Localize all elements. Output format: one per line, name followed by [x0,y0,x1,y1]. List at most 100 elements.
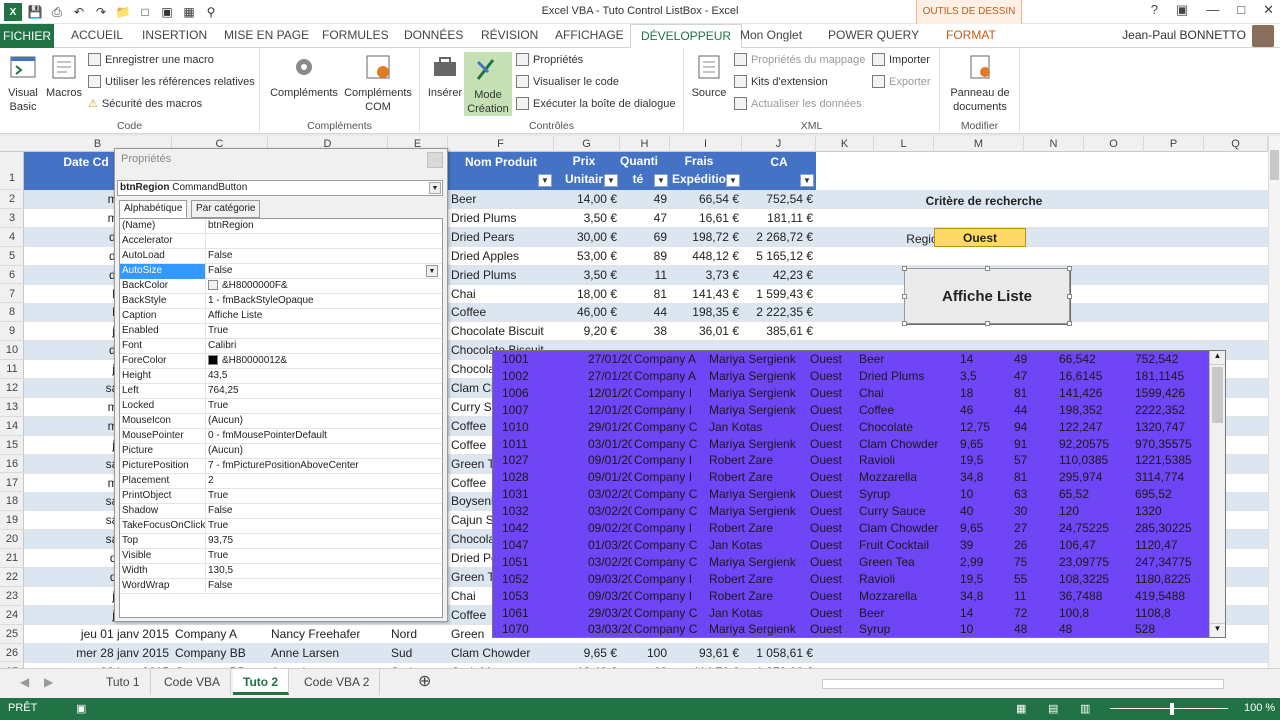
cell-ca[interactable]: 1 599,43 € [742,285,816,304]
column-header[interactable]: K [816,136,874,152]
view-code-button[interactable]: Visualiser le code [516,75,619,88]
property-row[interactable]: BackColor &H8000000F& [120,279,442,294]
list-item[interactable]: 1028 09/01/2015Company I Robert Zare Ouest M… [493,469,1209,486]
column-header[interactable]: M [934,136,1024,152]
resize-handle[interactable] [1067,321,1072,326]
resize-handle[interactable] [985,321,990,326]
row-header[interactable]: 16 [0,455,24,474]
property-row[interactable]: Placement 2 [120,474,442,489]
macro-security-button[interactable]: ⚠ Sécurité des macros [88,97,202,111]
normal-view-icon[interactable]: ▦ [1016,702,1026,715]
resize-handle[interactable] [1067,294,1072,299]
row-header[interactable]: 17 [0,474,24,493]
tab-par-categorie[interactable]: Par catégorie [191,200,261,218]
com-addins-button[interactable]: Compléments COM [342,52,414,114]
cell-qty[interactable]: 47 [620,209,670,228]
next-sheet-icon[interactable]: ▶ [34,669,63,695]
property-value[interactable]: 43,5 [208,369,440,384]
insert-control-button[interactable]: Insérer [424,52,466,100]
cell-freight[interactable]: 448,12 € [670,247,742,266]
cell-date[interactable]: jeu 01 janv 2015 [24,625,172,644]
resize-handle[interactable] [985,266,990,271]
cell-person[interactable]: Nancy Freehafer [268,625,388,644]
column-header[interactable]: J [742,136,816,152]
property-row[interactable]: Width 130,5 [120,564,442,579]
tab-insertion[interactable]: INSERTION [142,28,207,42]
properties-button[interactable]: Propriétés [516,53,583,66]
column-header[interactable]: L [874,136,934,152]
row-header[interactable]: 5 [0,247,24,266]
property-row[interactable]: ForeColor &H80000012& [120,354,442,369]
property-row[interactable]: MouseIcon (Aucun) [120,414,442,429]
list-item[interactable]: 1061 29/03/2015Company C Jan Kotas Ouest Bee… [493,605,1209,622]
tab-fichier[interactable]: FICHIER [0,24,54,48]
ribbon-display-icon[interactable]: ▣ [1176,2,1188,18]
list-item[interactable]: 1032 03/02/2015Company C Mariya Sergienk Ou… [493,503,1209,520]
user-name[interactable]: Jean-Paul BONNETTO [1122,28,1246,42]
tab-mise-en-page[interactable]: MISE EN PAGE [224,28,309,42]
cell-ca[interactable]: 2 268,72 € [742,228,816,247]
property-value[interactable]: True [208,399,440,414]
list-item[interactable]: 1002 27/01/2015Company A Mariya Sergienk Ou… [493,368,1209,385]
property-row[interactable]: TakeFocusOnClick True [120,519,442,534]
property-row[interactable]: Visible True [120,549,442,564]
list-item[interactable]: 1051 03/02/2015Company C Mariya Sergienk Ou… [493,554,1209,571]
cell-ca[interactable]: 752,54 € [742,190,816,209]
row-header[interactable]: 8 [0,303,24,323]
cell-product[interactable]: Coffee [448,303,554,322]
row-header[interactable]: 3 [0,209,24,228]
cell-price[interactable]: 18,00 € [554,285,620,304]
design-mode-button[interactable]: Mode Création [464,52,512,116]
cell-product[interactable]: Dried Plums [448,209,554,228]
cell-product[interactable]: Beer [448,190,554,209]
row-header[interactable]: 13 [0,398,24,417]
header-qty[interactable]: Quanti té ▼ [620,152,670,190]
cell-qty[interactable]: 11 [620,266,670,285]
property-value[interactable]: 7 - fmPicturePositionAboveCenter [208,459,440,474]
property-value[interactable]: True [208,519,440,534]
page-break-icon[interactable]: ▥ [1080,702,1090,715]
results-listbox[interactable]: 1001 27/01/2015Company A Mariya Sergienk Ou… [492,350,1226,638]
row-header[interactable]: 22 [0,568,24,587]
list-item[interactable]: 1053 09/03/2015Company I Robert Zare Ouest M… [493,588,1209,605]
list-item[interactable]: 1001 27/01/2015Company A Mariya Sergienk Ou… [493,351,1209,368]
cell-region[interactable]: Nord [388,625,448,644]
cell-company[interactable]: Company BB [172,644,268,663]
maximize-icon[interactable]: □ [1237,2,1245,18]
property-value[interactable] [208,234,440,249]
scroll-down-icon[interactable]: ▼ [1210,623,1225,637]
property-row[interactable]: (Name) btnRegion [120,219,442,234]
cell-freight[interactable]: 3,73 € [670,266,742,285]
row-header[interactable]: 26 [0,644,24,663]
list-item[interactable]: 1027 09/01/2015Company I Robert Zare Ouest R… [493,452,1209,469]
cell-region[interactable]: Sud [388,644,448,663]
row-header[interactable]: 6 [0,266,24,285]
property-value[interactable]: False [208,504,440,519]
property-value[interactable]: True [208,489,440,504]
object-selector[interactable]: btnRegion CommandButton ▼ [117,180,443,196]
cell-price[interactable]: 46,00 € [554,303,620,322]
avatar[interactable] [1252,25,1274,47]
property-value[interactable]: 764,25 [208,384,440,399]
zoom-slider[interactable] [1110,708,1228,709]
property-row[interactable]: Locked True [120,399,442,414]
cell-price[interactable]: 14,00 € [554,190,620,209]
cell-price[interactable]: 3,50 € [554,209,620,228]
cell-freight[interactable]: 36,01 € [670,322,742,341]
addins-button[interactable]: Compléments [268,52,340,100]
filter-dropdown-icon[interactable]: ▼ [538,174,552,187]
sheet-vertical-scrollbar[interactable] [1268,136,1280,668]
cell-ca[interactable]: 1 058,61 € [742,644,816,663]
import-button[interactable]: Importer [872,53,930,66]
cell-freight[interactable]: 93,61 € [670,644,742,663]
header-ca[interactable]: CA ▼ [742,152,816,190]
sheet-tab-code-vba-2[interactable]: Code VBA 2 [294,669,381,695]
run-dialog-button[interactable]: Exécuter la boîte de dialogue [516,97,676,110]
header-freight[interactable]: Frais Expéditio ▼ [670,152,742,190]
property-row[interactable]: WordWrap False [120,579,442,594]
export-button[interactable]: Exporter [872,75,931,88]
record-macro-button[interactable]: Enregistrer une macro [88,53,214,66]
cell-qty[interactable]: 89 [620,247,670,266]
property-row[interactable]: Caption Affiche Liste [120,309,442,324]
cell-price[interactable]: 30,00 € [554,228,620,247]
